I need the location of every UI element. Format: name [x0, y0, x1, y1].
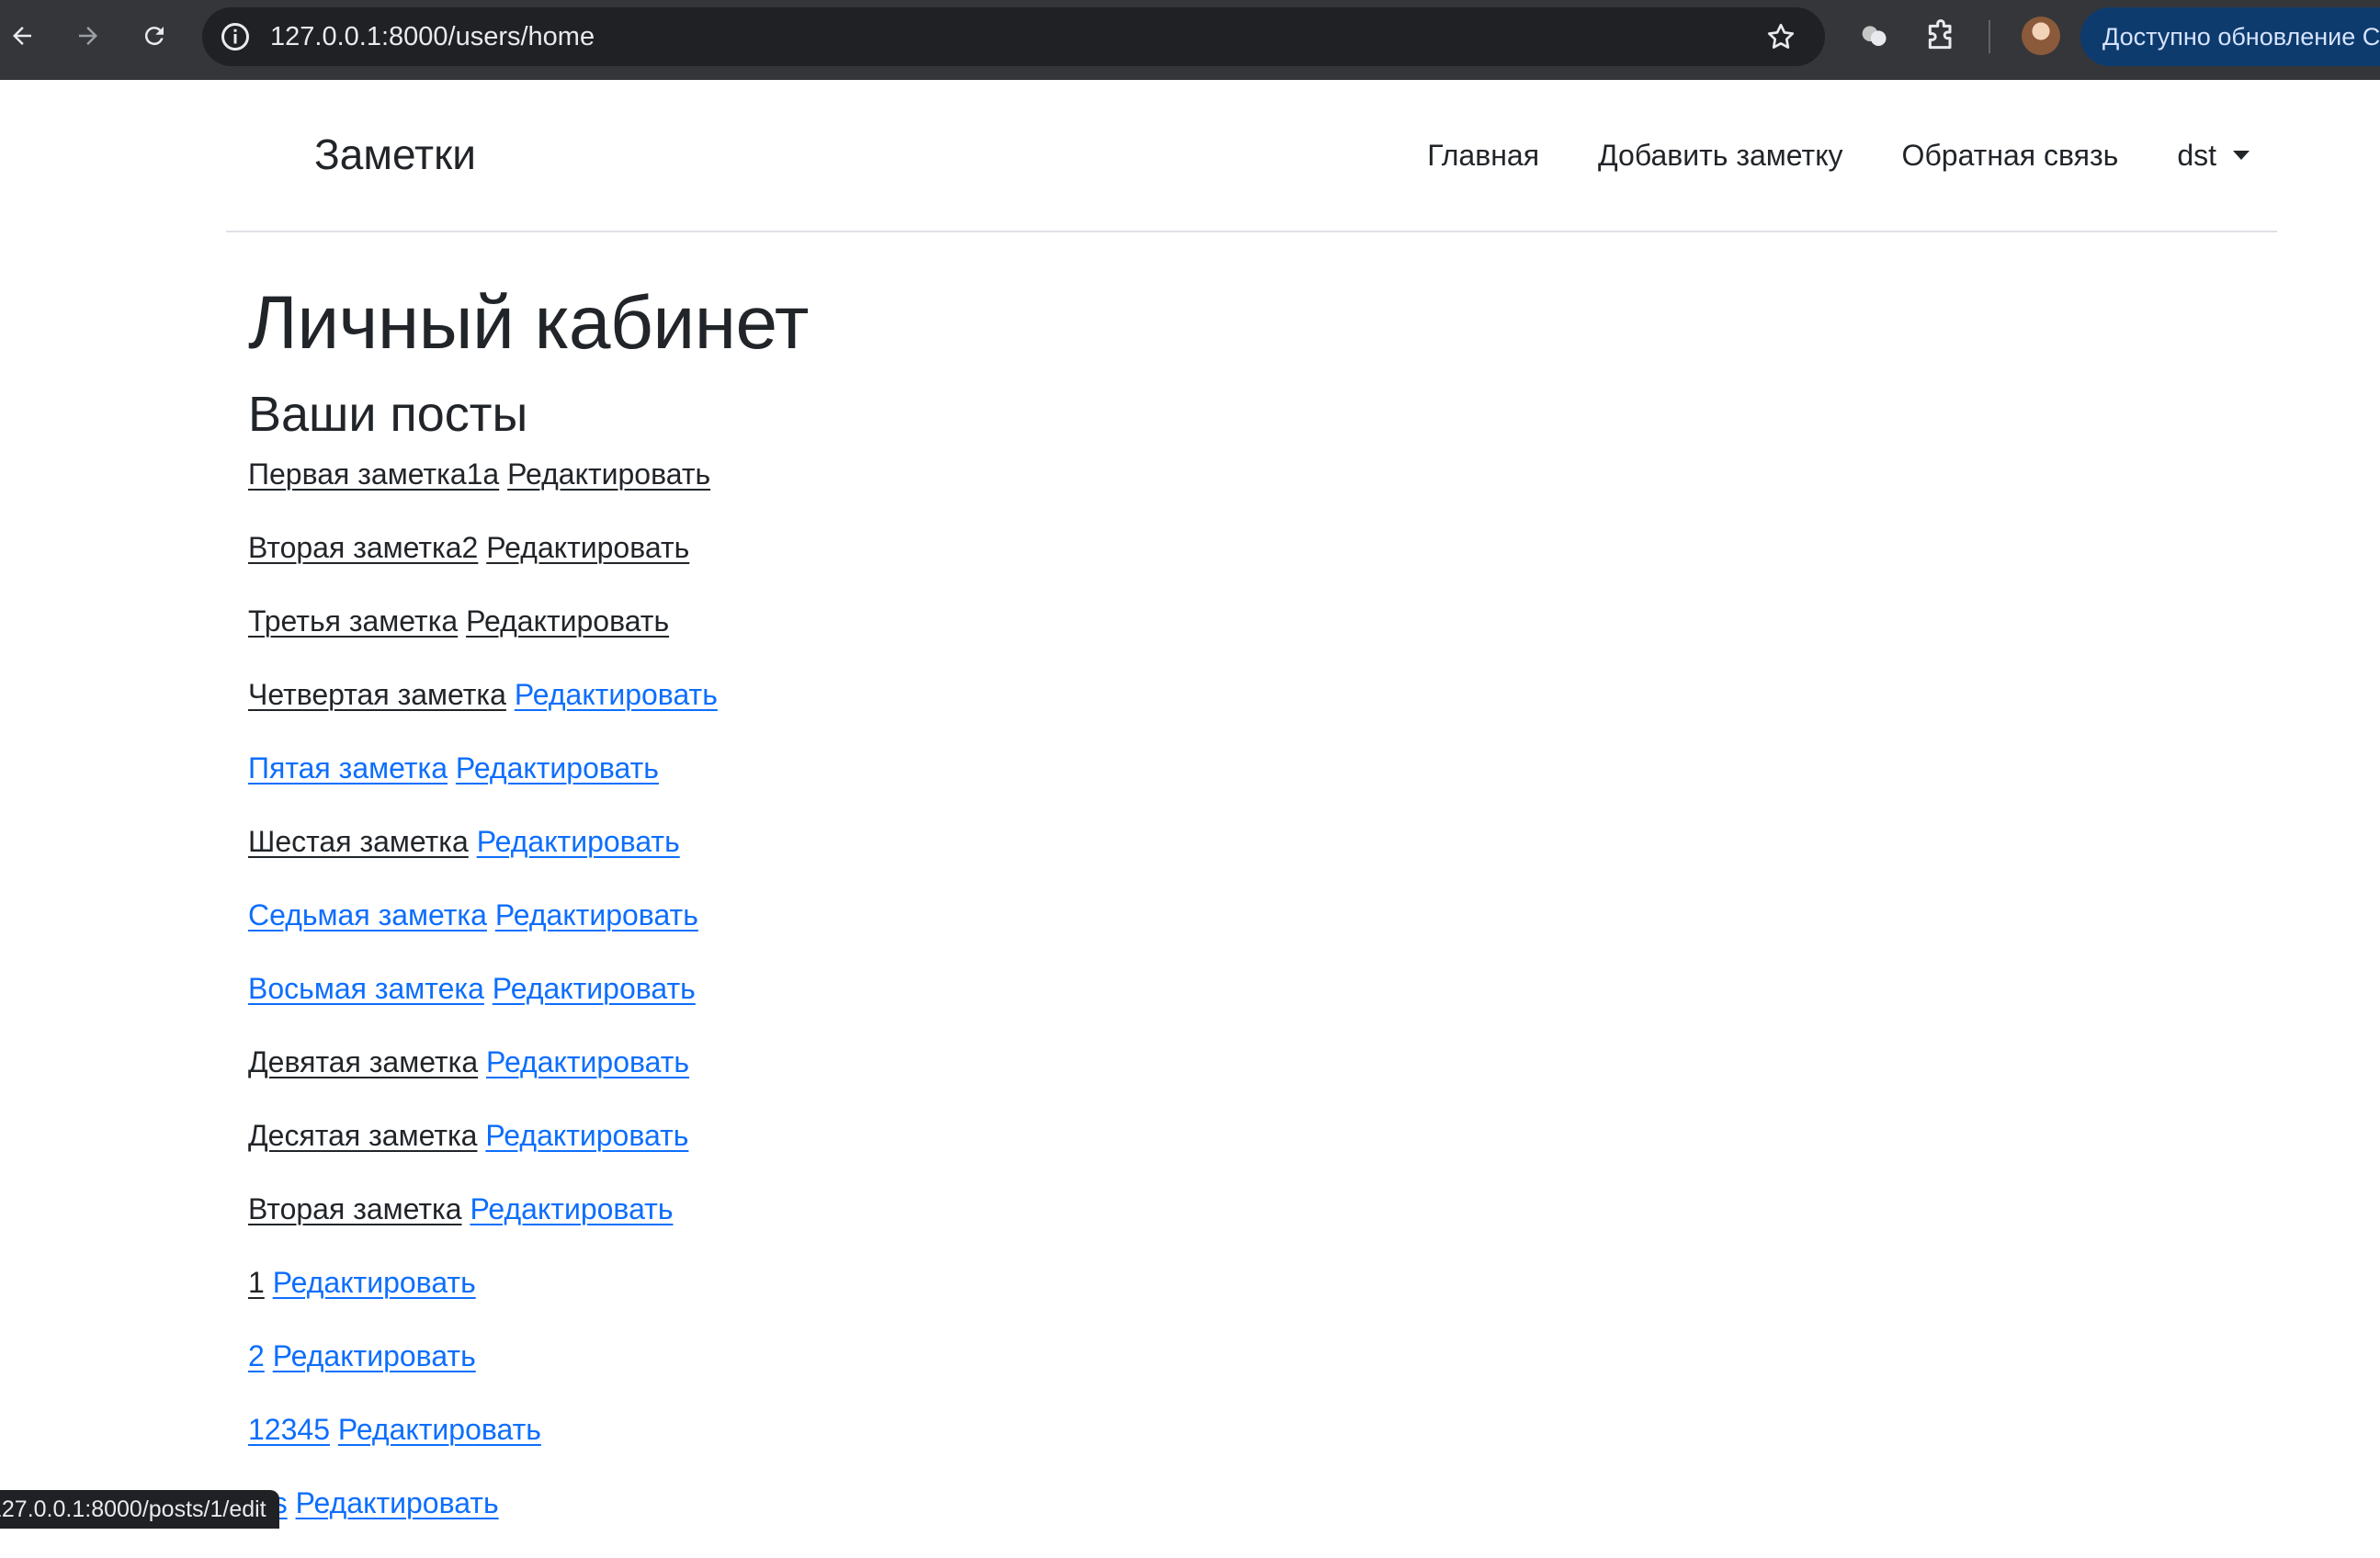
- page-title: Личный кабинет: [248, 266, 2270, 380]
- post-edit-link[interactable]: Редактировать: [338, 1413, 541, 1446]
- post-edit-link[interactable]: Редактировать: [273, 1266, 476, 1299]
- nav-add-note-link[interactable]: Добавить заметку: [1598, 135, 1843, 175]
- post-edit-link[interactable]: Редактировать: [515, 678, 718, 711]
- post-title-link[interactable]: 12345: [248, 1413, 330, 1446]
- post-row: Первая заметка1а Редактировать: [248, 456, 2270, 529]
- ai-assistant-icon[interactable]: [1856, 18, 1893, 55]
- post-title-link[interactable]: 1: [248, 1266, 265, 1299]
- post-title-link[interactable]: Шестая заметка: [248, 825, 469, 858]
- post-row: Четвертая заметка Редактировать: [248, 676, 2270, 750]
- post-title-link[interactable]: Десятая заметка: [248, 1119, 477, 1152]
- post-row: Шестая заметка Редактировать: [248, 823, 2270, 897]
- post-edit-link[interactable]: Редактировать: [485, 1119, 688, 1152]
- post-edit-link[interactable]: Редактировать: [486, 1045, 689, 1078]
- nav-home-link[interactable]: Главная: [1427, 135, 1539, 175]
- forward-icon[interactable]: [70, 17, 107, 54]
- browser-toolbar: 127.0.0.1:8000/users/home Доступно обнов…: [0, 0, 2380, 80]
- brand-link[interactable]: Заметки: [314, 130, 476, 179]
- post-row: 1 Редактировать: [248, 1264, 2270, 1338]
- post-edit-link[interactable]: Редактировать: [273, 1339, 476, 1372]
- post-row: fds Редактировать: [248, 1485, 2270, 1558]
- post-title-link[interactable]: Первая заметка1а: [248, 457, 499, 491]
- post-edit-link[interactable]: Редактировать: [495, 898, 698, 931]
- post-row: Пятая заметка Редактировать: [248, 750, 2270, 823]
- post-row: Десятая заметка Редактировать: [248, 1117, 2270, 1191]
- site-info-icon[interactable]: [219, 20, 252, 53]
- bookmark-star-icon[interactable]: [1764, 20, 1797, 53]
- post-title-link[interactable]: Восьмая замтека: [248, 972, 484, 1005]
- post-edit-link[interactable]: Редактировать: [470, 1192, 673, 1225]
- nav-feedback-link[interactable]: Обратная связь: [1902, 135, 2119, 175]
- post-row: Вторая заметка2 Редактировать: [248, 529, 2270, 603]
- profile-avatar[interactable]: [2022, 17, 2060, 55]
- post-edit-link[interactable]: Редактировать: [296, 1486, 499, 1519]
- post-title-link[interactable]: Девятая заметка: [248, 1045, 478, 1078]
- back-icon[interactable]: [4, 17, 40, 54]
- post-row: Вторая заметка Редактировать: [248, 1191, 2270, 1264]
- update-button[interactable]: Доступно обновление C: [2080, 7, 2380, 66]
- post-title-link[interactable]: 2: [248, 1339, 265, 1372]
- post-edit-link[interactable]: Редактировать: [486, 531, 689, 564]
- post-title-link[interactable]: Вторая заметка2: [248, 531, 478, 564]
- posts-heading: Ваши посты: [248, 377, 2270, 452]
- post-edit-link[interactable]: Редактировать: [456, 751, 659, 785]
- url-text[interactable]: 127.0.0.1:8000/users/home: [270, 7, 595, 66]
- address-bar[interactable]: 127.0.0.1:8000/users/home: [202, 7, 1825, 66]
- main-content: Личный кабинет Ваши посты Первая заметка…: [248, 266, 2270, 1558]
- post-title-link[interactable]: Четвертая заметка: [248, 678, 506, 711]
- user-name: dst: [2177, 139, 2216, 172]
- chevron-down-icon: [2233, 151, 2250, 160]
- post-row: Восьмая замтека Редактировать: [248, 970, 2270, 1044]
- post-title-link[interactable]: Седьмая заметка: [248, 898, 487, 931]
- link-status-bar: 127.0.0.1:8000/posts/1/edit: [0, 1490, 279, 1529]
- posts-list: Первая заметка1а РедактироватьВторая зам…: [248, 456, 2270, 1558]
- extensions-icon[interactable]: [1922, 18, 1959, 55]
- post-row: 12345 Редактировать: [248, 1411, 2270, 1485]
- status-url: 127.0.0.1:8000/posts/1/edit: [0, 1490, 266, 1529]
- reload-icon[interactable]: [136, 17, 173, 54]
- post-edit-link[interactable]: Редактировать: [493, 972, 696, 1005]
- post-title-link[interactable]: Третья заметка: [248, 604, 458, 638]
- post-row: Третья заметка Редактировать: [248, 603, 2270, 676]
- nav-menu: Главная Добавить заметку Обратная связь …: [1427, 135, 2250, 175]
- post-title-link[interactable]: Вторая заметка: [248, 1192, 462, 1225]
- post-row: 2 Редактировать: [248, 1338, 2270, 1411]
- site-navbar: Заметки Главная Добавить заметку Обратна…: [226, 80, 2277, 232]
- toolbar-divider: [1989, 20, 1990, 53]
- post-edit-link[interactable]: Редактировать: [466, 604, 669, 638]
- post-edit-link[interactable]: Редактировать: [507, 457, 710, 491]
- post-title-link[interactable]: Пятая заметка: [248, 751, 448, 785]
- post-row: Девятая заметка Редактировать: [248, 1044, 2270, 1117]
- user-dropdown[interactable]: dst: [2177, 135, 2250, 175]
- post-edit-link[interactable]: Редактировать: [477, 825, 680, 858]
- post-row: Седьмая заметка Редактировать: [248, 897, 2270, 970]
